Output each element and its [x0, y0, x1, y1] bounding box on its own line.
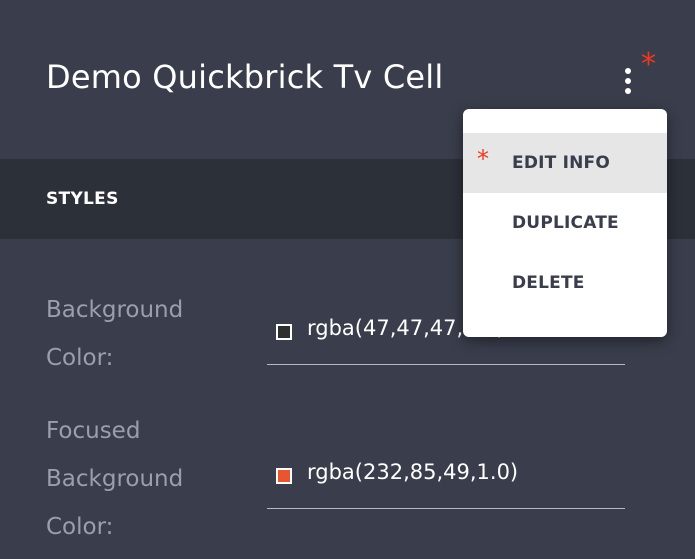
color-swatch[interactable]: [276, 468, 292, 484]
actions-dropdown-menu: * EDIT INFO DUPLICATE DELETE: [463, 109, 667, 337]
color-value: rgba(232,85,49,1.0): [307, 460, 519, 484]
menu-item-label: DUPLICATE: [512, 213, 619, 233]
focused-background-color-input[interactable]: rgba(232,85,49,1.0): [267, 460, 625, 509]
background-color-label: Background Color:: [46, 286, 246, 382]
menu-item-duplicate[interactable]: DUPLICATE: [463, 193, 667, 253]
label-line: Background: [46, 297, 184, 323]
label-line: Color:: [46, 345, 114, 371]
menu-item-label: DELETE: [512, 273, 585, 293]
label-line: Color:: [46, 514, 114, 540]
kebab-dot: [625, 68, 631, 74]
section-heading: STYLES: [46, 189, 119, 209]
menu-item-edit-info[interactable]: * EDIT INFO: [463, 133, 667, 193]
color-swatch[interactable]: [276, 324, 292, 340]
kebab-dot: [625, 78, 631, 84]
required-asterisk-icon: *: [477, 145, 489, 173]
menu-item-delete[interactable]: DELETE: [463, 253, 667, 313]
page-title: Demo Quickbrick Tv Cell: [46, 58, 444, 96]
more-vertical-icon[interactable]: [617, 64, 641, 98]
kebab-dot: [625, 88, 631, 94]
label-line: Background: [46, 466, 184, 492]
required-asterisk-icon: *: [641, 47, 656, 82]
focused-background-color-label: Focused Background Color:: [46, 407, 246, 551]
label-line: Focused: [46, 418, 141, 444]
menu-item-label: EDIT INFO: [512, 153, 610, 173]
